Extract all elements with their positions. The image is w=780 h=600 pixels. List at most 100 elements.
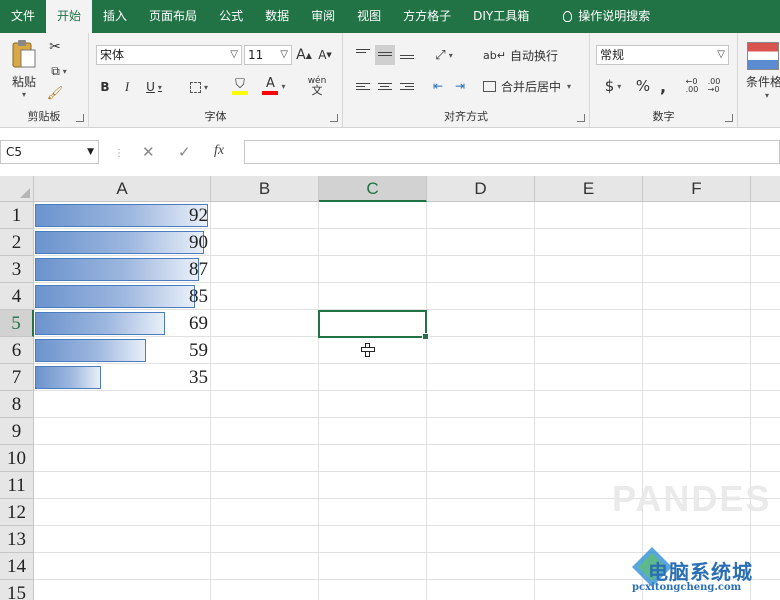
orientation-button[interactable]: ⤢ ▾	[431, 45, 457, 65]
merge-center-button[interactable]: 合并后居中 ▾	[483, 76, 581, 96]
clipboard-launcher-icon[interactable]	[76, 114, 84, 122]
font-launcher-icon[interactable]	[330, 114, 338, 122]
column-header[interactable]: C	[319, 176, 427, 202]
increase-indent-icon[interactable]: ⇥	[451, 76, 469, 96]
row-header[interactable]: 14	[0, 553, 34, 580]
spreadsheet-grid[interactable]: A B C D E F 1 2 3 4 5 6 7 8 9 10 11 12 13 14 15 92 90 87 85 69 59 3…	[0, 176, 780, 600]
tab-9[interactable]: DIY工具箱	[462, 0, 540, 33]
font-name-combo[interactable]: 宋体 ▽	[96, 45, 242, 65]
clipboard-group-label: 剪贴板	[27, 110, 61, 123]
cancel-icon[interactable]: ✕	[142, 143, 155, 161]
format-painter-icon[interactable]: 🖌	[46, 85, 64, 101]
enter-icon[interactable]: ✓	[178, 143, 191, 161]
tab-5[interactable]: 数据	[254, 0, 300, 33]
merge-center-icon	[483, 80, 496, 92]
tab-4[interactable]: 公式	[208, 0, 254, 33]
row-header[interactable]: 2	[0, 229, 34, 256]
align-right-icon[interactable]	[400, 81, 414, 92]
row-header[interactable]: 9	[0, 418, 34, 445]
tab-1[interactable]: 开始	[46, 0, 93, 33]
decrease-indent-icon[interactable]: ⇤	[429, 76, 447, 96]
currency-button[interactable]: $ ▾	[600, 76, 626, 96]
tab-2[interactable]: 插入	[92, 0, 138, 33]
alignment-launcher-icon[interactable]	[577, 114, 585, 122]
increase-decimal-icon[interactable]: ←0.00	[682, 76, 702, 96]
align-top-icon[interactable]	[356, 47, 370, 55]
shrink-font-button[interactable]: A ▼	[316, 45, 334, 65]
column-header[interactable]: A	[34, 176, 211, 202]
borders-icon	[189, 81, 201, 93]
row-header[interactable]: 13	[0, 526, 34, 553]
row-header[interactable]: 11	[0, 472, 34, 499]
clipboard-group: 粘贴 ▾ ✂ ⧉ ▾ 🖌 剪贴板	[0, 33, 89, 127]
watermark-ghost: PANDES	[612, 478, 772, 519]
conditional-format-button[interactable]: 条件格	[746, 73, 780, 89]
cell-value[interactable]: 87	[34, 256, 208, 283]
cell-value[interactable]: 85	[34, 283, 208, 310]
font-color-button[interactable]: A ▾	[259, 75, 289, 97]
percent-button[interactable]: %	[634, 76, 652, 96]
tab-10[interactable]: 操作说明搜索	[552, 0, 661, 33]
number-launcher-icon[interactable]	[725, 114, 733, 122]
wrap-text-button[interactable]: ab↵ 自动换行	[483, 45, 573, 65]
row-header[interactable]: 7	[0, 364, 34, 391]
tab-0[interactable]: 文件	[0, 0, 46, 33]
column-header[interactable]	[751, 176, 780, 202]
alignment-group-label: 对齐方式	[444, 110, 488, 123]
cell-value[interactable]: 90	[34, 229, 208, 256]
tab-3[interactable]: 页面布局	[138, 0, 208, 33]
column-header[interactable]: D	[427, 176, 535, 202]
decrease-decimal-icon[interactable]: .00 →0	[704, 76, 724, 96]
chevron-down-icon: ▽	[280, 49, 288, 60]
cell-value[interactable]: 69	[34, 310, 208, 337]
row-header[interactable]: 8	[0, 391, 34, 418]
tab-label: 视图	[357, 9, 382, 23]
cell-value[interactable]: 35	[34, 364, 208, 391]
cut-icon[interactable]: ✂	[46, 39, 64, 55]
cell-value[interactable]: 59	[34, 337, 208, 364]
bold-button[interactable]: B	[97, 77, 113, 97]
italic-button[interactable]: I	[119, 77, 135, 97]
cell-value[interactable]: 92	[34, 202, 208, 229]
row-header[interactable]: 15	[0, 580, 34, 600]
tab-6[interactable]: 审阅	[300, 0, 346, 33]
grow-font-button[interactable]: A ▲	[295, 45, 313, 65]
underline-button[interactable]: U ▾	[141, 77, 167, 97]
formula-input[interactable]	[244, 140, 780, 164]
row-header[interactable]: 6	[0, 337, 34, 364]
column-header[interactable]: F	[643, 176, 751, 202]
name-box[interactable]: C5 ▼	[0, 140, 99, 164]
font-size-combo[interactable]: 11 ▽	[244, 45, 292, 65]
fill-color-button[interactable]: ⛉	[225, 75, 255, 97]
gridline	[210, 202, 211, 600]
tab-7[interactable]: 视图	[346, 0, 392, 33]
borders-button[interactable]: ▾	[185, 77, 213, 97]
row-header[interactable]: 1	[0, 202, 34, 229]
currency-label: $	[604, 77, 615, 95]
align-bottom-icon[interactable]	[400, 53, 414, 61]
number-format-combo[interactable]: 常规 ▽	[596, 45, 729, 65]
paste-button[interactable]: 粘贴 ▾	[8, 39, 40, 99]
comma-button[interactable]: ,	[656, 76, 670, 96]
row-header[interactable]: 3	[0, 256, 34, 283]
row-header[interactable]: 5	[0, 310, 34, 337]
tab-label: 审阅	[311, 9, 336, 23]
styles-group: 条件格 ▾	[738, 33, 780, 127]
row-header[interactable]: 12	[0, 499, 34, 526]
select-all-button[interactable]	[0, 176, 34, 202]
phonetic-button[interactable]: wén 文	[303, 75, 331, 97]
column-header[interactable]: B	[211, 176, 319, 202]
row-header[interactable]: 10	[0, 445, 34, 472]
tab-label: 页面布局	[149, 9, 198, 23]
align-middle-icon[interactable]	[375, 45, 395, 65]
lightbulb-icon	[563, 11, 573, 22]
align-center-icon[interactable]	[378, 81, 392, 92]
align-left-icon[interactable]	[356, 81, 370, 92]
watermark-subtitle: pcxitongcheng.com	[632, 582, 742, 593]
column-header[interactable]: E	[535, 176, 643, 202]
tab-8[interactable]: 方方格子	[392, 0, 462, 33]
copy-icon[interactable]: ⧉ ▾	[46, 63, 72, 79]
selected-cell[interactable]	[318, 310, 429, 340]
row-header[interactable]: 4	[0, 283, 34, 310]
insert-function-icon[interactable]: fx	[214, 143, 224, 159]
